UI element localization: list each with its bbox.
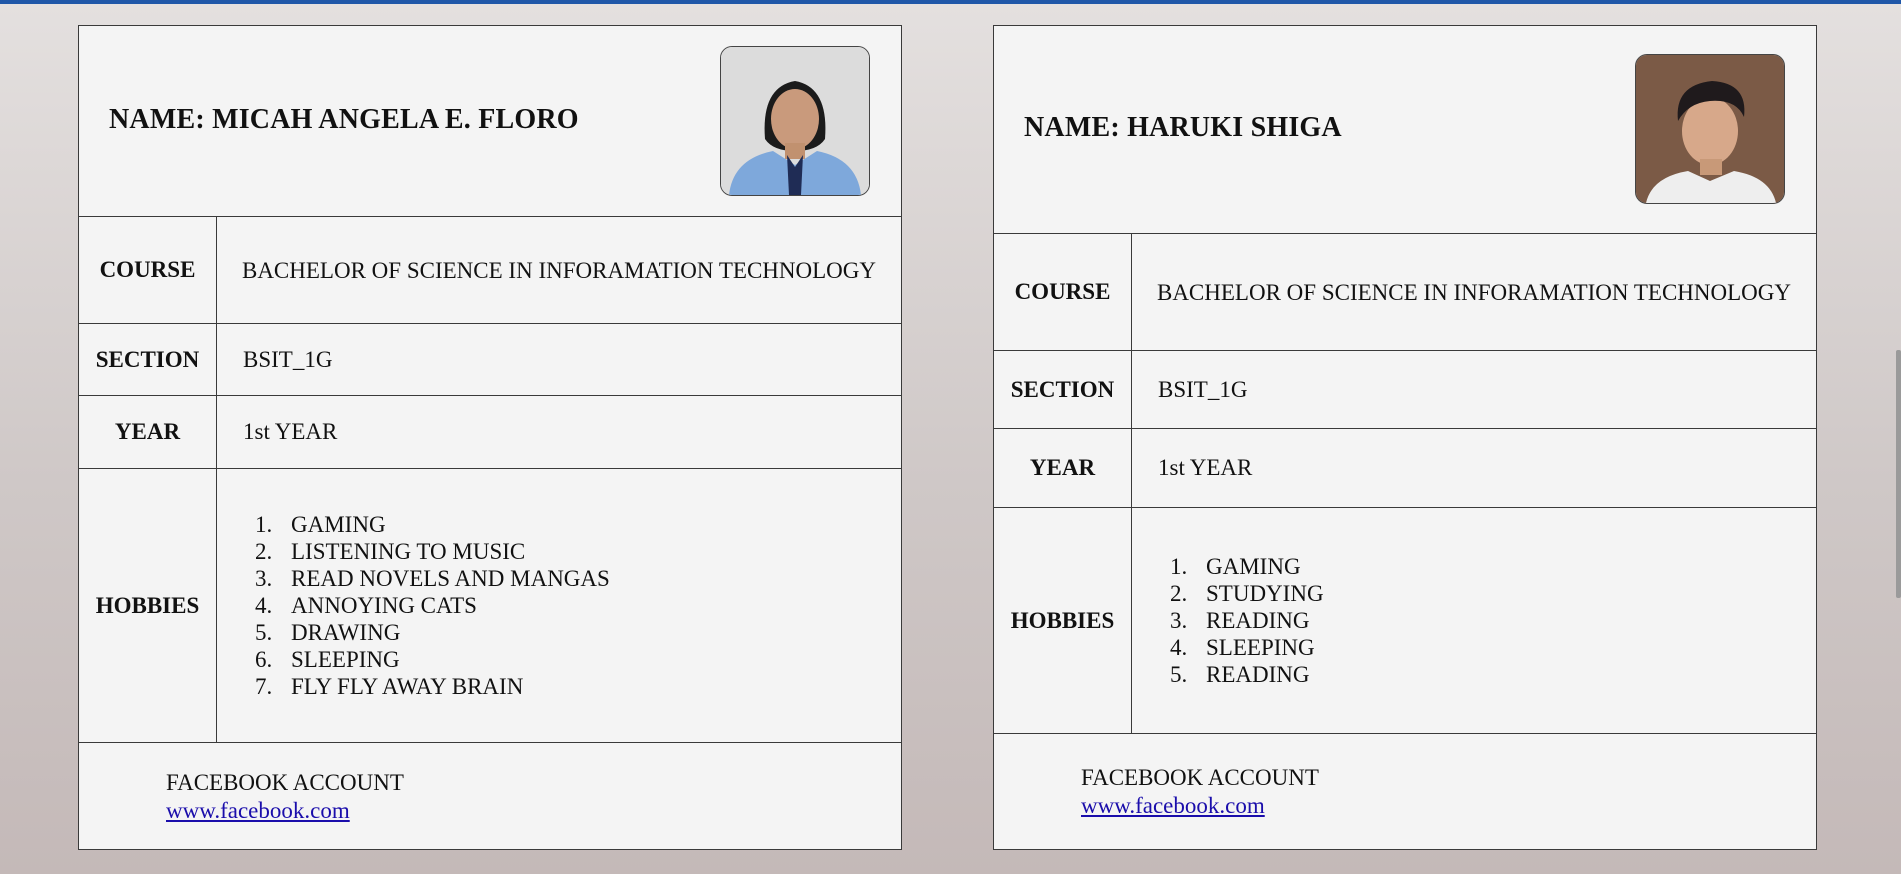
student-card-1: NAME: MICAH ANGELA E. FLORO COURSE BACHE… <box>78 25 902 850</box>
year-value: 1st YEAR <box>243 419 338 444</box>
course-row: COURSE BACHELOR OF SCIENCE IN INFORAMATI… <box>79 217 901 324</box>
list-item: 7. FLY FLY AWAY BRAIN <box>255 673 610 700</box>
hobby-number: 3. <box>1170 608 1188 633</box>
hobbies-value: 1. GAMING 2. STUDYING 3. READING 4. SLEEPING… <box>1132 508 1816 733</box>
list-item: 3. READ NOVELS AND MANGAS <box>255 565 610 592</box>
hobby-number: 7. <box>255 674 273 699</box>
hobby-number: 3. <box>255 566 273 591</box>
hobby-number: 4. <box>1170 635 1188 660</box>
hobby-text: READING <box>1206 662 1310 687</box>
section-value: BSIT_1G <box>243 346 333 372</box>
year-row: YEAR 1st YEAR <box>79 396 901 469</box>
hobby-text: FLY FLY AWAY BRAIN <box>291 674 524 699</box>
hobby-list: 1. GAMING 2. STUDYING 3. READING 4. SLEEPING… <box>1158 553 1324 688</box>
hobby-number: 1. <box>1170 554 1188 579</box>
hobby-number: 5. <box>255 620 273 645</box>
facebook-label: FACEBOOK ACCOUNT <box>166 770 404 795</box>
student-photo-icon <box>1636 55 1784 203</box>
hobby-number: 6. <box>255 647 273 672</box>
list-item: 3. READING <box>1170 607 1324 634</box>
year-label: YEAR <box>994 429 1132 507</box>
year-value: 1st YEAR <box>1158 455 1253 480</box>
hobbies-row: HOBBIES 1. GAMING 2. STUDYING 3. READING 4.… <box>994 508 1816 734</box>
student-name: NAME: HARUKI SHIGA <box>1024 112 1342 143</box>
card-footer: FACEBOOK ACCOUNT www.facebook.com <box>994 734 1816 820</box>
card-header: NAME: MICAH ANGELA E. FLORO <box>79 26 901 217</box>
list-item: 5. DRAWING <box>255 619 610 646</box>
hobby-text: GAMING <box>1206 554 1301 579</box>
card-footer: FACEBOOK ACCOUNT www.facebook.com <box>79 743 901 825</box>
hobby-text: ANNOYING CATS <box>291 593 477 618</box>
card-header: NAME: HARUKI SHIGA <box>994 26 1816 234</box>
year-row: YEAR 1st YEAR <box>994 429 1816 508</box>
hobby-text: SLEEPING <box>1206 635 1315 660</box>
hobbies-label: HOBBIES <box>994 508 1132 733</box>
page-scrollbar[interactable] <box>1896 350 1901 598</box>
student-name: NAME: MICAH ANGELA E. FLORO <box>109 104 579 135</box>
hobby-number: 2. <box>255 539 273 564</box>
hobby-text: READING <box>1206 608 1310 633</box>
student-card-2: NAME: HARUKI SHIGA COURSE BACHELOR OF SC… <box>993 25 1817 850</box>
list-item: 6. SLEEPING <box>255 646 610 673</box>
student-photo <box>1635 54 1785 204</box>
section-value: BSIT_1G <box>1158 376 1248 402</box>
list-item: 4. SLEEPING <box>1170 634 1324 661</box>
list-item: 2. STUDYING <box>1170 580 1324 607</box>
course-value: BACHELOR OF SCIENCE IN INFORAMATION TECH… <box>1156 279 1791 305</box>
hobby-text: READ NOVELS AND MANGAS <box>291 566 610 591</box>
course-label: COURSE <box>79 217 217 323</box>
top-accent-bar <box>0 0 1901 4</box>
year-label: YEAR <box>79 396 217 468</box>
hobby-number: 2. <box>1170 581 1188 606</box>
hobby-number: 5. <box>1170 662 1188 687</box>
hobbies-value: 1. GAMING 2. LISTENING TO MUSIC 3. READ NOV… <box>217 469 901 742</box>
section-row: SECTION BSIT_1G <box>79 324 901 396</box>
list-item: 4. ANNOYING CATS <box>255 592 610 619</box>
hobby-text: STUDYING <box>1206 581 1324 606</box>
student-photo-icon <box>721 47 869 195</box>
list-item: 1. GAMING <box>1170 553 1324 580</box>
course-label: COURSE <box>994 234 1132 350</box>
list-item: 2. LISTENING TO MUSIC <box>255 538 610 565</box>
list-item: 1. GAMING <box>255 511 610 538</box>
section-label: SECTION <box>994 351 1132 428</box>
facebook-label: FACEBOOK ACCOUNT <box>1081 765 1319 790</box>
hobby-number: 4. <box>255 593 273 618</box>
course-value: BACHELOR OF SCIENCE IN INFORAMATION TECH… <box>241 257 876 283</box>
hobbies-label: HOBBIES <box>79 469 217 742</box>
list-item: 5. READING <box>1170 661 1324 688</box>
facebook-link[interactable]: www.facebook.com <box>166 798 350 823</box>
section-label: SECTION <box>79 324 217 395</box>
hobby-list: 1. GAMING 2. LISTENING TO MUSIC 3. READ NOV… <box>243 511 610 700</box>
course-row: COURSE BACHELOR OF SCIENCE IN INFORAMATI… <box>994 234 1816 351</box>
facebook-link[interactable]: www.facebook.com <box>1081 793 1265 818</box>
hobby-text: GAMING <box>291 512 386 537</box>
hobby-number: 1. <box>255 512 273 537</box>
hobby-text: DRAWING <box>291 620 401 645</box>
hobby-text: LISTENING TO MUSIC <box>291 539 526 564</box>
hobby-text: SLEEPING <box>291 647 400 672</box>
section-row: SECTION BSIT_1G <box>994 351 1816 429</box>
student-photo <box>720 46 870 196</box>
hobbies-row: HOBBIES 1. GAMING 2. LISTENING TO MUSIC 3.… <box>79 469 901 743</box>
